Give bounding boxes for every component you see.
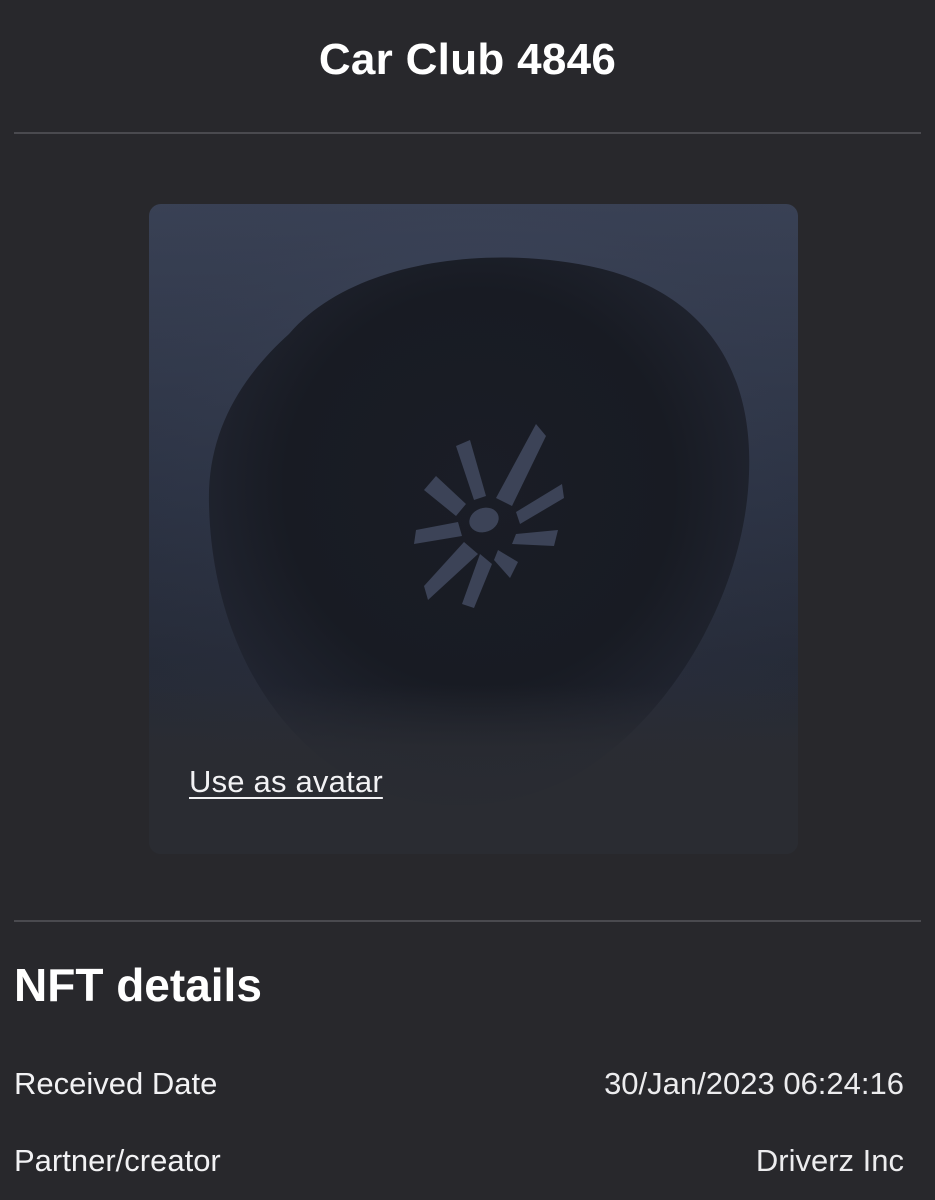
received-date-label: Received Date xyxy=(14,1066,218,1101)
nft-detail-page: Car Club 4846 Use as avatar NFT details … xyxy=(0,0,935,1200)
received-date-value: 30/Jan/2023 06:24:16 xyxy=(604,1066,904,1101)
detail-row-received-date: Received Date 30/Jan/2023 06:24:16 xyxy=(14,1066,904,1102)
section-divider xyxy=(14,920,921,922)
partner-creator-label: Partner/creator xyxy=(14,1143,221,1178)
partner-creator-value: Driverz Inc xyxy=(755,1143,904,1178)
card-bottom-fade xyxy=(149,204,798,854)
nft-image-card[interactable]: Use as avatar xyxy=(149,204,798,854)
nft-details-heading: NFT details xyxy=(14,959,262,1011)
header-divider xyxy=(14,132,921,134)
header: Car Club 4846 xyxy=(0,0,935,132)
detail-row-partner-creator: Partner/creator Driverz Inc xyxy=(14,1143,904,1179)
use-as-avatar-link[interactable]: Use as avatar xyxy=(189,764,383,800)
page-title: Car Club 4846 xyxy=(318,35,617,84)
